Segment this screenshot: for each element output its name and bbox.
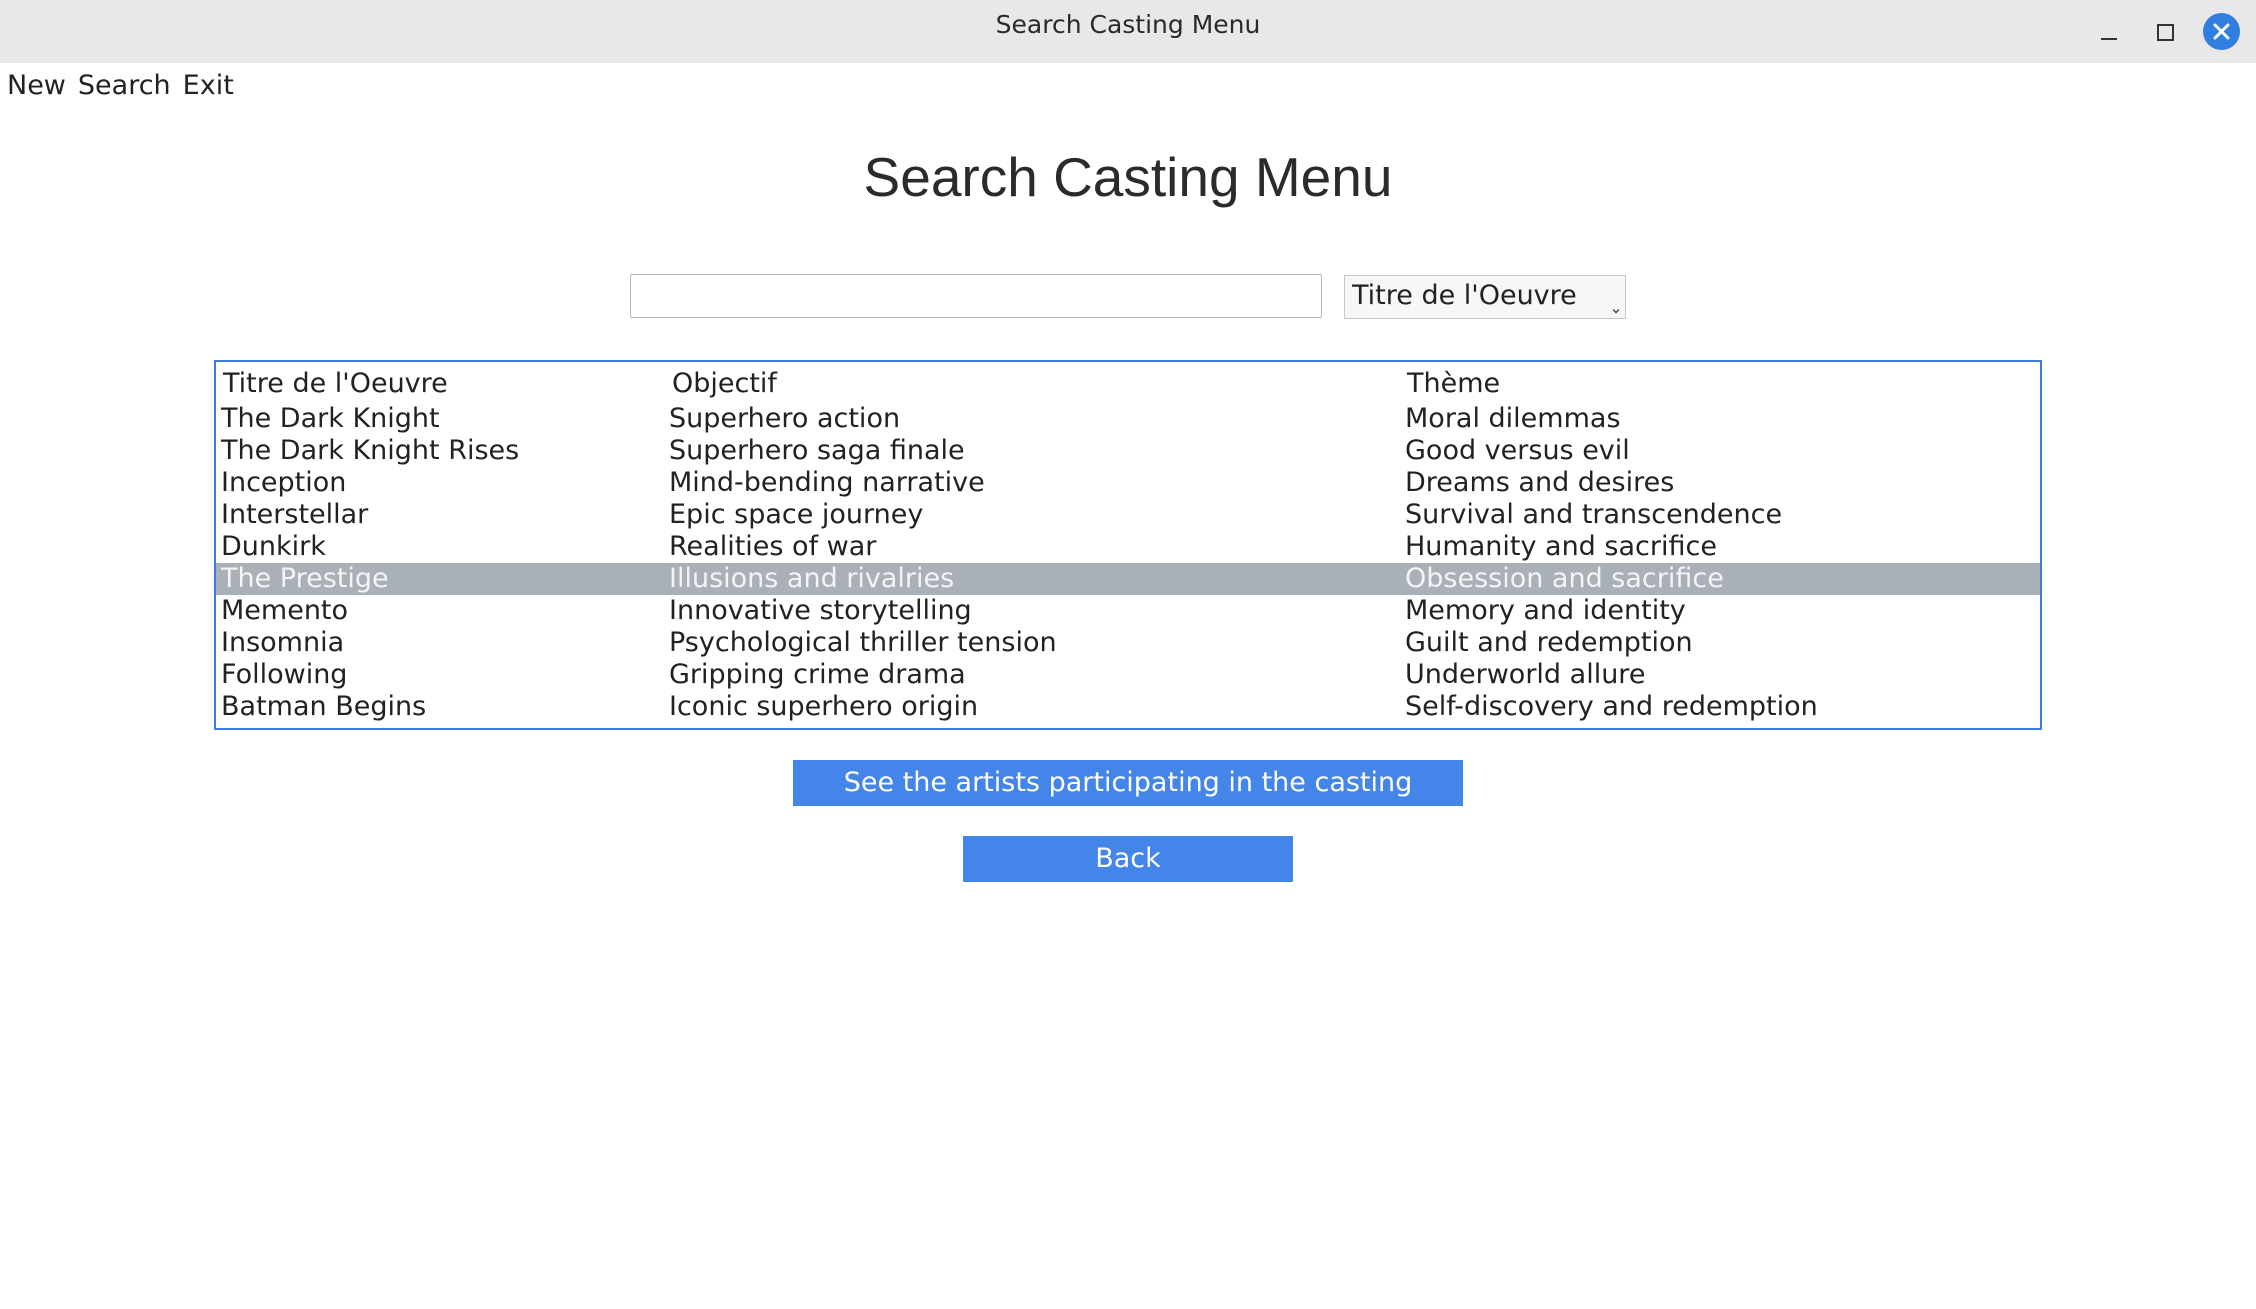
menu-exit[interactable]: Exit bbox=[177, 66, 240, 106]
title-bar: Search Casting Menu bbox=[0, 0, 2256, 63]
cell-theme: Moral dilemmas bbox=[1405, 403, 1621, 434]
cell-title: Dunkirk bbox=[221, 531, 326, 562]
cell-objective: Illusions and rivalries bbox=[669, 563, 955, 594]
cell-objective: Superhero saga finale bbox=[669, 435, 965, 466]
table-row[interactable]: Batman Begins Iconic superhero origin Self… bbox=[216, 691, 2040, 723]
menu-search[interactable]: Search bbox=[72, 66, 177, 106]
cell-title: Insomnia bbox=[221, 627, 345, 658]
window-title: Search Casting Menu bbox=[995, 10, 1261, 39]
cell-theme: Survival and transcendence bbox=[1405, 499, 1783, 530]
cell-objective: Gripping crime drama bbox=[669, 659, 966, 690]
cell-objective: Psychological thriller tension bbox=[669, 627, 1057, 658]
cell-theme: Obsession and sacrifice bbox=[1405, 563, 1724, 594]
cell-objective: Innovative storytelling bbox=[669, 595, 972, 626]
table-row[interactable]: Memento Innovative storytelling Memory and… bbox=[216, 595, 2040, 627]
cell-title: Interstellar bbox=[221, 499, 369, 530]
cell-title: Inception bbox=[221, 467, 347, 498]
search-field-select[interactable]: Titre de l'Oeuvre bbox=[1344, 275, 1626, 319]
menu-bar: New Search Exit bbox=[0, 66, 240, 106]
cell-title: Memento bbox=[221, 595, 349, 626]
cell-objective: Iconic superhero origin bbox=[669, 691, 979, 722]
close-icon[interactable] bbox=[2203, 13, 2240, 50]
cell-theme: Humanity and sacrifice bbox=[1405, 531, 1717, 562]
chevron-down-icon bbox=[1612, 306, 1620, 314]
column-header-objective[interactable]: Objectif bbox=[672, 368, 777, 400]
column-header-theme[interactable]: Thème bbox=[1407, 368, 1500, 400]
maximize-icon[interactable] bbox=[2148, 14, 2184, 50]
table-body: The Dark Knight Superhero action Moral dil… bbox=[216, 403, 2040, 723]
see-artists-button[interactable]: See the artists participating in the cas… bbox=[793, 760, 1463, 806]
table-row[interactable]: Dunkirk Realities of war Humanity and sacr… bbox=[216, 531, 2040, 563]
cell-title: The Prestige bbox=[221, 563, 389, 594]
cell-objective: Realities of war bbox=[669, 531, 877, 562]
minimize-icon[interactable] bbox=[2092, 14, 2128, 50]
table-row[interactable]: The Dark Knight Superhero action Moral dil… bbox=[216, 403, 2040, 435]
table-header: Titre de l'Oeuvre Objectif Thème bbox=[216, 368, 2040, 400]
column-header-title[interactable]: Titre de l'Oeuvre bbox=[223, 368, 448, 400]
works-table[interactable]: Titre de l'Oeuvre Objectif Thème The Dar… bbox=[214, 360, 2042, 730]
cell-theme: Good versus evil bbox=[1405, 435, 1630, 466]
search-input[interactable] bbox=[630, 274, 1322, 318]
cell-theme: Underworld allure bbox=[1405, 659, 1646, 690]
cell-title: The Dark Knight Rises bbox=[221, 435, 520, 466]
table-row[interactable]: The Prestige Illusions and rivalries Obses… bbox=[216, 563, 2040, 595]
table-row[interactable]: Inception Mind-bending narrative Dreams an… bbox=[216, 467, 2040, 499]
cell-objective: Epic space journey bbox=[669, 499, 924, 530]
cell-theme: Guilt and redemption bbox=[1405, 627, 1693, 658]
cell-theme: Self-discovery and redemption bbox=[1405, 691, 1818, 722]
cell-title: The Dark Knight bbox=[221, 403, 440, 434]
table-row[interactable]: The Dark Knight Rises Superhero saga fina… bbox=[216, 435, 2040, 467]
cell-theme: Dreams and desires bbox=[1405, 467, 1675, 498]
cell-objective: Superhero action bbox=[669, 403, 901, 434]
cell-theme: Memory and identity bbox=[1405, 595, 1686, 626]
select-value: Titre de l'Oeuvre bbox=[1352, 280, 1577, 311]
cell-objective: Mind-bending narrative bbox=[669, 467, 985, 498]
page-title: Search Casting Menu bbox=[863, 146, 1393, 208]
menu-new[interactable]: New bbox=[0, 66, 72, 106]
back-button[interactable]: Back bbox=[963, 836, 1293, 882]
cell-title: Following bbox=[221, 659, 348, 690]
table-row[interactable]: Interstellar Epic space journey Survival a… bbox=[216, 499, 2040, 531]
cell-title: Batman Begins bbox=[221, 691, 427, 722]
table-row[interactable]: Insomnia Psychological thriller tension Gu… bbox=[216, 627, 2040, 659]
table-row[interactable]: Following Gripping crime drama Underworld … bbox=[216, 659, 2040, 691]
